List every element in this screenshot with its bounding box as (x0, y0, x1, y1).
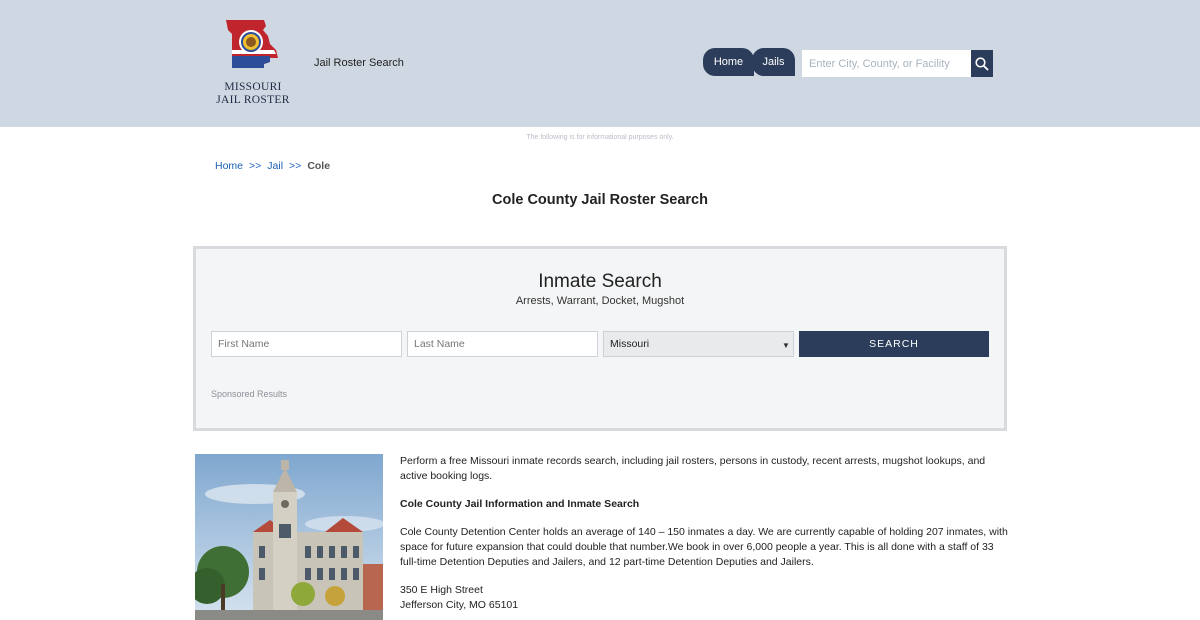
site-title[interactable]: Jail Roster Search (314, 57, 404, 69)
last-name-input[interactable] (407, 331, 598, 357)
intro-paragraph: Perform a free Missouri inmate records s… (400, 455, 986, 482)
county-info: Perform a free Missouri inmate records s… (400, 454, 1010, 613)
courthouse-photo (195, 454, 383, 620)
breadcrumb-jail-link[interactable]: Jail (267, 160, 283, 172)
site-logo[interactable]: MISSOURI JAIL ROSTER (212, 18, 294, 108)
inmate-search-title: Inmate Search (538, 271, 662, 292)
inmate-search-subtitle: Arrests, Warrant, Docket, Mugshot (515, 295, 685, 307)
breadcrumb-home-link[interactable]: Home (215, 160, 243, 172)
address-line2: Jefferson City, MO 65101 (400, 599, 519, 611)
info-paragraph: Cole County Detention Center holds an av… (400, 526, 1008, 568)
logo-text-line2: JAIL ROSTER (216, 94, 290, 106)
magnifier-icon (975, 57, 989, 71)
facility-search-input[interactable] (802, 50, 972, 77)
informational-notice: The following is for informational purpo… (526, 134, 674, 141)
breadcrumb-separator: >> (289, 160, 302, 172)
breadcrumb-current: Cole (307, 160, 331, 172)
nav-jails-button[interactable]: Jails (752, 48, 795, 76)
breadcrumb-separator: >> (249, 160, 262, 172)
breadcrumb: Home >> Jail >> Cole (215, 160, 330, 172)
page-title: Cole County Jail Roster Search (492, 192, 708, 208)
inmate-search-panel: Inmate Search Arrests, Warrant, Docket, … (193, 246, 1007, 431)
address-line1: 350 E High Street (400, 584, 483, 596)
facility-search-button[interactable] (971, 50, 993, 77)
first-name-input[interactable] (211, 331, 402, 357)
missouri-state-icon (226, 20, 278, 68)
info-heading: Cole County Jail Information and Inmate … (400, 498, 640, 510)
logo-text-line1: MISSOURI (224, 81, 282, 93)
state-select[interactable]: Missouri (603, 331, 794, 357)
inmate-search-button[interactable]: SEARCH (799, 331, 989, 357)
site-header: MISSOURI JAIL ROSTER Jail Roster Search … (0, 0, 1200, 127)
sponsored-results-label: Sponsored Results (211, 389, 288, 399)
nav-home-button[interactable]: Home (703, 48, 754, 76)
